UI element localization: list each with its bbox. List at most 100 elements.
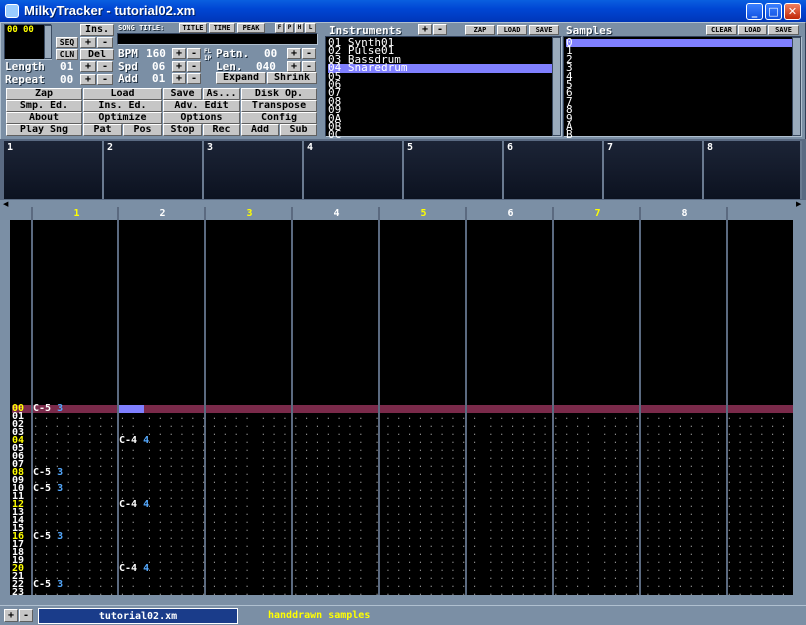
optimize-button[interactable]: Optimize [83,112,162,124]
pattern-note[interactable]: C-4 4 [119,564,150,574]
add-minus-button[interactable]: - [187,73,201,84]
sample-editor-button[interactable]: Smp. Ed. [6,100,82,112]
scope-channel-7[interactable]: 7 [604,141,704,199]
scope-channel-2[interactable]: 2 [104,141,204,199]
pattern-row[interactable]: . . . . . . . . . . . . . . . . . . . . … [33,533,793,541]
delete-order-button[interactable]: Del [80,49,114,60]
scope-channel-5[interactable]: 5 [404,141,504,199]
pattern-row[interactable]: . . . . . . . . . . . . . . . . . . . . … [33,549,793,557]
sample-list-item[interactable]: 1 [566,45,792,57]
instrument-list-scrollbar[interactable] [552,37,561,136]
channel-header-1[interactable]: 1 [33,207,120,220]
pattern-row[interactable]: . . . . . . . . . . . . . . . . . . . . … [33,469,793,477]
repeat-plus-button[interactable]: + [80,74,96,85]
pattern-row[interactable]: . . . . . . . . . . . . . . . . . . . . … [33,581,793,589]
p-button[interactable]: P [285,23,294,33]
instrument-list-item[interactable]: 08 [328,95,552,107]
pattern-note[interactable]: C-5 3 [33,580,64,590]
sample-list-item[interactable]: 8 [566,104,792,116]
instrument-list-item[interactable]: 0A [328,112,552,124]
pattern-horizontal-scrollbar[interactable] [0,595,806,605]
channel-header-8[interactable]: 8 [641,207,728,220]
config-button[interactable]: Config [241,112,317,124]
sample-list-item[interactable]: 2 [566,54,792,66]
scope-channel-6[interactable]: 6 [504,141,604,199]
channel-header-5[interactable]: 5 [380,207,467,220]
instruments-load-button[interactable]: LOAD [497,25,527,35]
instruments-minus-button[interactable]: - [433,24,447,35]
instruments-plus-button[interactable]: + [418,24,432,35]
f-button[interactable]: F [275,23,284,33]
about-button[interactable]: About [6,112,82,124]
pattern-left-scrollbar[interactable] [0,207,10,605]
maximize-button[interactable]: □ [765,3,782,20]
instruments-save-button[interactable]: SAVE [529,25,559,35]
instruments-zap-button[interactable]: ZAP [465,25,495,35]
sub-button[interactable]: Sub [280,124,317,136]
stop-button[interactable]: Stop [163,124,202,136]
play-pattern-button[interactable]: Pat [83,124,122,136]
pattern-row[interactable]: . . . . . . . . . . . . . . . . . . . . … [33,445,793,453]
load-button[interactable]: Load [83,88,162,100]
pattern-scrollbar[interactable] [793,207,806,605]
pattern-row[interactable]: . . . . . . . . . . . . . . . . . . . . … [33,461,793,469]
samples-load-button[interactable]: LOAD [738,25,767,35]
scope-channel-3[interactable]: 3 [204,141,304,199]
expand-button[interactable]: Expand [216,72,266,84]
instrument-list-item[interactable]: 0B [328,121,552,133]
speed-plus-button[interactable]: + [172,61,186,72]
bpm-plus-button[interactable]: + [172,48,186,59]
order-minus-button[interactable]: - [97,37,113,48]
pattern-note[interactable]: C-5 3 [33,484,64,494]
sample-list-item[interactable]: 4 [566,70,792,82]
sample-list-item[interactable]: 5 [566,79,792,91]
sample-list-item[interactable]: 7 [566,95,792,107]
save-button[interactable]: Save [163,88,202,100]
bpm-minus-button[interactable]: - [187,48,201,59]
sample-list[interactable]: 0123456789AB [563,36,802,141]
repeat-minus-button[interactable]: - [97,74,113,85]
add-tab-button[interactable]: + [4,609,18,622]
instrument-list[interactable]: 01 Synth01 02 Pulse01 03 Bassdrum 04 Snared… [325,36,562,141]
pattern-row[interactable]: . . . . . . . . . . . . . . . . . . . . … [33,509,793,517]
zap-button[interactable]: Zap [6,88,82,100]
pattern-length-plus-button[interactable]: + [287,61,301,72]
add-button[interactable]: Add [241,124,279,136]
pattern-row[interactable]: . . . . . . . . . . . . . . . . . . . . … [33,541,793,549]
length-minus-button[interactable]: - [97,61,113,72]
scope-channel-1[interactable]: 1 [4,141,104,199]
seq-button[interactable]: SEQ [56,37,78,48]
scope-channel-4[interactable]: 4 [304,141,404,199]
time-toggle-button[interactable]: TIME [209,23,235,33]
pattern-note[interactable]: C-5 3 [33,404,63,414]
pattern-note[interactable]: C-4 4 [119,500,150,510]
scope-channel-8[interactable]: 8 [704,141,802,199]
channel-header-7[interactable]: 7 [554,207,641,220]
channel-header-2[interactable]: 2 [119,207,206,220]
module-tab[interactable]: tutorial02.xm [38,608,238,624]
channel-header-3[interactable]: 3 [206,207,293,220]
pattern-row[interactable]: . . . . . . . . . . . . . . . . . . . . … [33,421,793,429]
song-title-field[interactable] [117,33,318,45]
pattern-note[interactable]: C-5 3 [33,468,64,478]
pattern-minus-button[interactable]: - [302,48,316,59]
title-bar[interactable]: MilkyTracker - tutorial02.xm _ □ ✕ [0,0,806,22]
pattern-row[interactable]: . . . . . . . . . . . . . . . . . . . . … [33,477,793,485]
advanced-edit-button[interactable]: Adv. Edit [163,100,240,112]
options-button[interactable]: Options [163,112,240,124]
sample-list-item[interactable]: 0 [566,37,792,48]
pattern-row[interactable]: . . . . . . . . . . . . . . . . . . . . … [33,485,793,493]
pattern-row[interactable]: . . . . . . . . . . . . . . . . . . . . … [33,413,793,421]
order-plus-button[interactable]: + [80,37,96,48]
samples-save-button[interactable]: SAVE [768,25,799,35]
orderlist-scrollbar[interactable] [44,25,52,59]
pattern-row[interactable]: . . . . . . . . . . . . . . . . . . . . … [33,525,793,533]
app-icon[interactable] [5,4,19,18]
scopes-scrollbar[interactable] [0,200,806,207]
remove-tab-button[interactable]: - [19,609,33,622]
sample-list-item[interactable]: 6 [566,87,792,99]
add-plus-button[interactable]: + [172,73,186,84]
sample-list-item[interactable]: A [566,121,792,133]
close-button[interactable]: ✕ [784,3,801,20]
l-button[interactable]: L [305,23,316,33]
